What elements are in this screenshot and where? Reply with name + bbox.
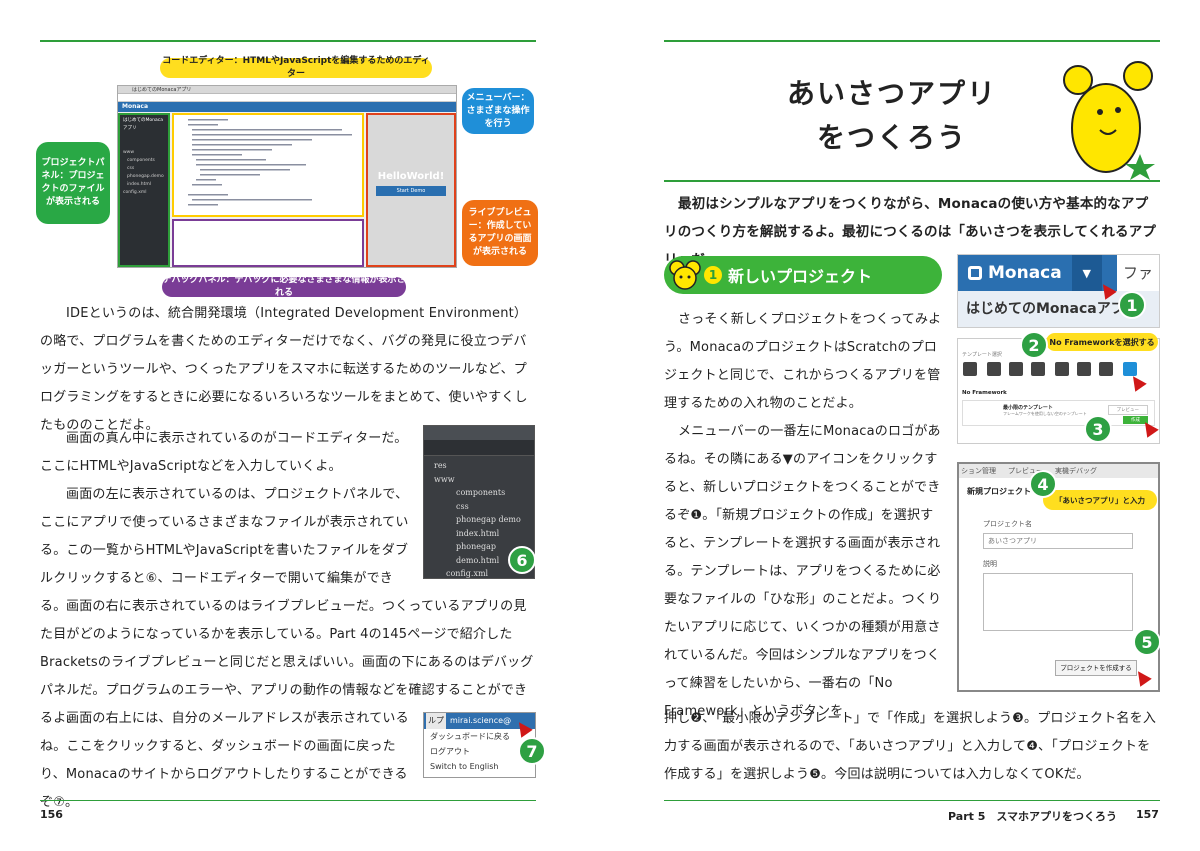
tab-device-debug[interactable]: 実機デバッグ [1055, 464, 1097, 478]
template-screenshot: テンプレート選択 No Framework 最小限のテンプレート フレームワーク… [957, 331, 1160, 444]
badge-7: 7 [518, 737, 546, 765]
monaca-menu-screenshot: Monaca ▼ ファ はじめてのMonacaアプ 1 [957, 254, 1160, 328]
mouse-face-icon [669, 260, 701, 290]
monaca-logo-icon [968, 266, 982, 280]
ide-tree-3: phonegap.demo [127, 174, 164, 179]
new-project-screenshot: ション管理 プレビュー 実機デバッグ 新規プロジェクト プロジェクト名 あいさつ… [957, 462, 1161, 692]
ide-debug-panel [172, 219, 364, 267]
label-description: 説明 [983, 560, 997, 568]
browser-urlbar [118, 94, 456, 102]
badge-4: 4 [1029, 470, 1057, 498]
ide-project-title: はじめてのMonacaアプリ [123, 118, 163, 131]
badge-1: 1 [1118, 291, 1146, 319]
ide-screenshot: はじめてのMonacaアプリ Monaca はじめてのMonacaアプリ www… [117, 85, 457, 268]
file-panel-toolbar [424, 426, 534, 440]
file-item-css[interactable]: css [434, 500, 534, 514]
file-panel-toolbar2 [424, 440, 534, 456]
monaca-topbar: Monaca ▼ ファ [958, 255, 1159, 291]
left-para-1: IDEというのは、統合開発環境（Integrated Development E… [40, 306, 528, 433]
tab-cut[interactable]: ション管理 [961, 464, 996, 478]
right-page-number: 157 [1136, 808, 1159, 821]
browser-tab-title: はじめてのMonacaアプリ [132, 87, 192, 93]
right-footer: Part 5 スマホアプリをつくろう [948, 810, 1118, 823]
monaca-dropdown-button[interactable]: ▼ [1071, 255, 1102, 291]
callout-no-framework: No Frameworkを選択する [1046, 333, 1158, 351]
ide-tree-4: index.html [127, 182, 151, 187]
ide-brand: Monaca [122, 103, 149, 110]
file-item-www[interactable]: www [434, 473, 534, 487]
account-email[interactable]: mirai.science@ [450, 713, 511, 729]
dialog-tabbar: ション管理 プレビュー 実機デバッグ [959, 464, 1158, 478]
ide-tree-2: css [127, 166, 135, 171]
file-item-res[interactable]: res [434, 459, 534, 473]
monaca-brand: Monaca [988, 263, 1062, 283]
callout-live-preview: ライブプレビュー：作成しているアプリの画面が表示される [462, 200, 538, 266]
ide-tree-5: config.xml [123, 190, 147, 195]
project-name-input[interactable]: あいさつアプリ [983, 533, 1133, 549]
title-box: あいさつアプリ をつくろう [664, 44, 1160, 182]
description-textarea[interactable] [983, 573, 1133, 631]
min-template-card[interactable]: 最小限のテンプレート フレームワークを使用しない空のテンプレート プレビュー 作… [962, 400, 1155, 426]
account-help-cut: ルプ [426, 713, 446, 729]
section-number: 1 [704, 266, 722, 284]
badge-6: 6 [508, 546, 536, 574]
right-top-rule [664, 40, 1160, 42]
section-title: 新しいプロジェクト [728, 267, 873, 286]
file-item-components[interactable]: components [434, 486, 534, 500]
mouse-mascot-icon [1063, 61, 1155, 180]
file-panel-screenshot: res www components css phonegap demo ind… [423, 425, 536, 579]
file-item-phonegap-demo[interactable]: phonegap demo [434, 513, 534, 527]
callout-name-input: 「あいさつアプリ」と入力 [1043, 490, 1157, 510]
menu-item-english[interactable]: Switch to English [430, 759, 535, 774]
ide-tree-0: www [123, 150, 135, 155]
right-para-1: さっそく新しくプロジェクトをつくってみよう。MonacaのプロジェクトはScra… [664, 312, 942, 411]
preview-hello-text: HelloWorld! [377, 171, 445, 182]
ide-menubar: Monaca [118, 102, 456, 112]
ide-live-preview: HelloWorld! Start Demo [366, 113, 456, 267]
ide-code-editor [172, 113, 364, 217]
callout-menubar: メニューバー：さまざまな操作を行う [462, 88, 534, 134]
no-framework-label: No Framework [962, 390, 1007, 396]
callout-project-panel: プロジェクトパネル：プロジェクトのファイルが表示される [36, 142, 110, 224]
right-para-2: メニューバーの一番左にMonacaのロゴがあるね。その隣にある▼のアイコンをクリ… [664, 424, 942, 719]
browser-tabbar: はじめてのMonacaアプリ [118, 86, 456, 94]
left-page-number: 156 [40, 808, 63, 821]
left-top-rule [40, 40, 536, 42]
callout-code-editor: コードエディター：HTMLやJavaScriptを編集するためのエディター [160, 56, 432, 79]
title-line-2: をつくろう [816, 121, 967, 154]
min-template-preview[interactable]: プレビュー [1107, 405, 1148, 415]
left-bottom-rule [40, 800, 536, 801]
code-lines [188, 119, 352, 206]
ide-tree-1: components [127, 158, 155, 163]
section-header: 1 新しいプロジェクト [664, 256, 942, 294]
ide-body: はじめてのMonacaアプリ www components css phoneg… [118, 113, 456, 267]
ide-project-panel: はじめてのMonacaアプリ www components css phoneg… [118, 113, 170, 267]
preview-start-button: Start Demo [376, 186, 446, 196]
title-line-1: あいさつアプリ [786, 77, 997, 110]
badge-5: 5 [1133, 628, 1161, 656]
right-bottom-text: 押し❷、「最小限のテンプレート」で「作成」を選択しよう❸。プロジェクト名を入力す… [664, 711, 1157, 782]
right-bottom-rule [664, 800, 1160, 801]
callout-debug-panel: デバッグパネル：デバッグに必要なさまざまな情報が表示される [162, 275, 406, 298]
create-project-button[interactable]: プロジェクトを作成する [1055, 660, 1137, 676]
badge-2: 2 [1020, 331, 1048, 359]
account-menu-screenshot: ルプ mirai.science@ ダッシュボードに戻る ログアウト Switc… [423, 712, 546, 778]
file-item-index-html[interactable]: index.html [434, 527, 534, 541]
file-menu-cut: ファ [1117, 255, 1159, 291]
badge-3: 3 [1084, 415, 1112, 443]
left-para-2: 画面の真ん中に表示されているのがコードエディターだ。ここにHTMLやJavaSc… [40, 431, 408, 474]
